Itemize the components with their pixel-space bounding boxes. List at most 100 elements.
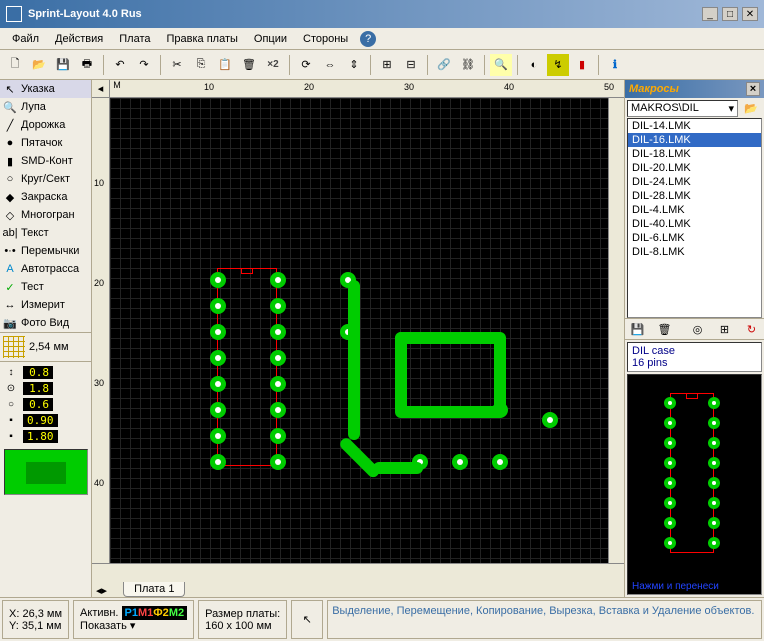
makros-item[interactable]: DIL-4.LMK [628, 203, 761, 217]
menu-sides[interactable]: Стороны [295, 31, 356, 47]
track[interactable] [395, 332, 505, 344]
tool-Закраска[interactable]: ◆Закраска [0, 188, 91, 206]
ruler-vertical[interactable]: 10203040 [92, 98, 110, 563]
delete-icon[interactable]: 🗑 [238, 54, 260, 76]
tool-Перемычки[interactable]: •·•Перемычки [0, 242, 91, 260]
pcb-canvas[interactable] [110, 98, 608, 563]
tool-Дорожка[interactable]: ╱Дорожка [0, 116, 91, 134]
tool-Указка[interactable]: ↖Указка [0, 80, 91, 98]
tool-Автотрасса[interactable]: AАвтотрасса [0, 260, 91, 278]
makros-delete-icon[interactable]: 🗑 [654, 318, 675, 340]
redo-icon[interactable]: ↷ [133, 54, 155, 76]
makros-item[interactable]: DIL-8.LMK [628, 245, 761, 259]
tool-Пятачок[interactable]: ●Пятачок [0, 134, 91, 152]
ungroup-icon[interactable]: ⊟ [400, 54, 422, 76]
tab-next-button[interactable]: ▸ [102, 584, 108, 597]
board-tab[interactable]: Плата 1 [123, 582, 185, 597]
menu-edit[interactable]: Правка платы [158, 31, 245, 47]
track[interactable] [395, 406, 505, 418]
pad[interactable] [270, 272, 286, 288]
zoom-icon[interactable]: 🔍 [490, 54, 512, 76]
pad[interactable] [270, 324, 286, 340]
group-icon[interactable]: ⊞ [376, 54, 398, 76]
mirror-h-icon[interactable]: ⇔ [319, 54, 341, 76]
makros-preview[interactable]: Нажми и перенеси [627, 374, 762, 595]
makros-item[interactable]: DIL-6.LMK [628, 231, 761, 245]
menu-options[interactable]: Опции [246, 31, 295, 47]
mirror-v-icon[interactable]: ⇕ [343, 54, 365, 76]
menu-board[interactable]: Плата [111, 31, 158, 47]
minimize-button[interactable]: _ [702, 7, 718, 21]
tool-Лупа[interactable]: 🔍Лупа [0, 98, 91, 116]
maximize-button[interactable]: □ [722, 7, 738, 21]
ruler-origin-button[interactable]: ◂ [92, 80, 110, 97]
close-button[interactable]: ✕ [742, 7, 758, 21]
makros-save-icon[interactable]: 💾 [627, 318, 648, 340]
makros-close-button[interactable]: × [746, 82, 760, 96]
makros-item[interactable]: DIL-16.LMK [628, 133, 761, 147]
makros-path-select[interactable]: MAKROS\DIL ▾ [627, 100, 738, 117]
tool-Измерит[interactable]: ↔Измерит [0, 296, 91, 314]
pad[interactable] [270, 454, 286, 470]
status-layers[interactable]: Активн. Р1М1Ф2М2 Показать ▾ [73, 600, 194, 639]
tool-Многогран[interactable]: ◇Многогран [0, 206, 91, 224]
help-icon[interactable]: ? [360, 31, 376, 47]
pad[interactable] [210, 428, 226, 444]
cut-icon[interactable]: ✂ [166, 54, 188, 76]
arrow-yellow-icon[interactable]: ↯ [547, 54, 569, 76]
undo-icon[interactable]: ↶ [109, 54, 131, 76]
pad[interactable] [270, 298, 286, 314]
link-icon[interactable]: 🔗 [433, 54, 455, 76]
makros-item[interactable]: DIL-40.LMK [628, 217, 761, 231]
tool-Круг/Сект[interactable]: ○Круг/Сект [0, 170, 91, 188]
rotate-icon[interactable]: ⟳ [295, 54, 317, 76]
copy-icon[interactable]: ⎘ [190, 54, 212, 76]
pad[interactable] [270, 428, 286, 444]
pad[interactable] [210, 324, 226, 340]
info-icon[interactable]: ℹ [604, 54, 626, 76]
tool-Фото Вид[interactable]: 📷Фото Вид [0, 314, 91, 332]
size-row[interactable]: ⊙1.8 [2, 380, 89, 396]
track[interactable] [395, 332, 407, 416]
grid-size-button[interactable]: 2,54 мм [0, 332, 91, 361]
new-icon[interactable]: 🗋 [4, 54, 26, 76]
ruler-horizontal[interactable]: 1020304050 [124, 80, 624, 97]
pad[interactable] [270, 376, 286, 392]
print-icon[interactable]: 🖶 [76, 54, 98, 76]
pad[interactable] [542, 412, 558, 428]
makros-item[interactable]: DIL-20.LMK [628, 161, 761, 175]
makros-browse-button[interactable]: 📂 [740, 97, 762, 119]
pad[interactable] [210, 454, 226, 470]
size-row[interactable]: ↕0.8 [2, 364, 89, 380]
size-row[interactable]: ▪1.80 [2, 428, 89, 444]
track[interactable] [494, 332, 506, 416]
pad[interactable] [210, 350, 226, 366]
makros-item[interactable]: DIL-24.LMK [628, 175, 761, 189]
scrollbar-vertical[interactable] [608, 98, 624, 563]
tool-Текст[interactable]: ab|Текст [0, 224, 91, 242]
track[interactable] [373, 462, 423, 474]
makros-item[interactable]: DIL-14.LMK [628, 119, 761, 133]
save-icon[interactable]: 💾 [52, 54, 74, 76]
open-icon[interactable]: 📂 [28, 54, 50, 76]
track[interactable] [348, 280, 360, 440]
size-row[interactable]: ○0.6 [2, 396, 89, 412]
makros-list[interactable]: DIL-14.LMKDIL-16.LMKDIL-18.LMKDIL-20.LMK… [627, 118, 762, 318]
duplicate-icon[interactable]: ×2 [262, 54, 284, 76]
pad[interactable] [210, 376, 226, 392]
unlink-icon[interactable]: ⛓ [457, 54, 479, 76]
status-boardsize[interactable]: Размер платы: 160 x 100 мм [198, 600, 287, 639]
makros-opt1-icon[interactable]: ◎ [687, 318, 708, 340]
makros-opt2-icon[interactable]: ⊞ [714, 318, 735, 340]
pad[interactable] [270, 402, 286, 418]
makros-item[interactable]: DIL-28.LMK [628, 189, 761, 203]
menu-actions[interactable]: Действия [47, 31, 111, 47]
pad[interactable] [210, 298, 226, 314]
pad[interactable] [210, 402, 226, 418]
red-bar-icon[interactable]: ▮ [571, 54, 593, 76]
pad[interactable] [452, 454, 468, 470]
tool-SMD-Конт[interactable]: ▮SMD-Конт [0, 152, 91, 170]
contrast-icon[interactable]: ◐ [523, 54, 545, 76]
tool-Тест[interactable]: ✓Тест [0, 278, 91, 296]
paste-icon[interactable]: 📋 [214, 54, 236, 76]
